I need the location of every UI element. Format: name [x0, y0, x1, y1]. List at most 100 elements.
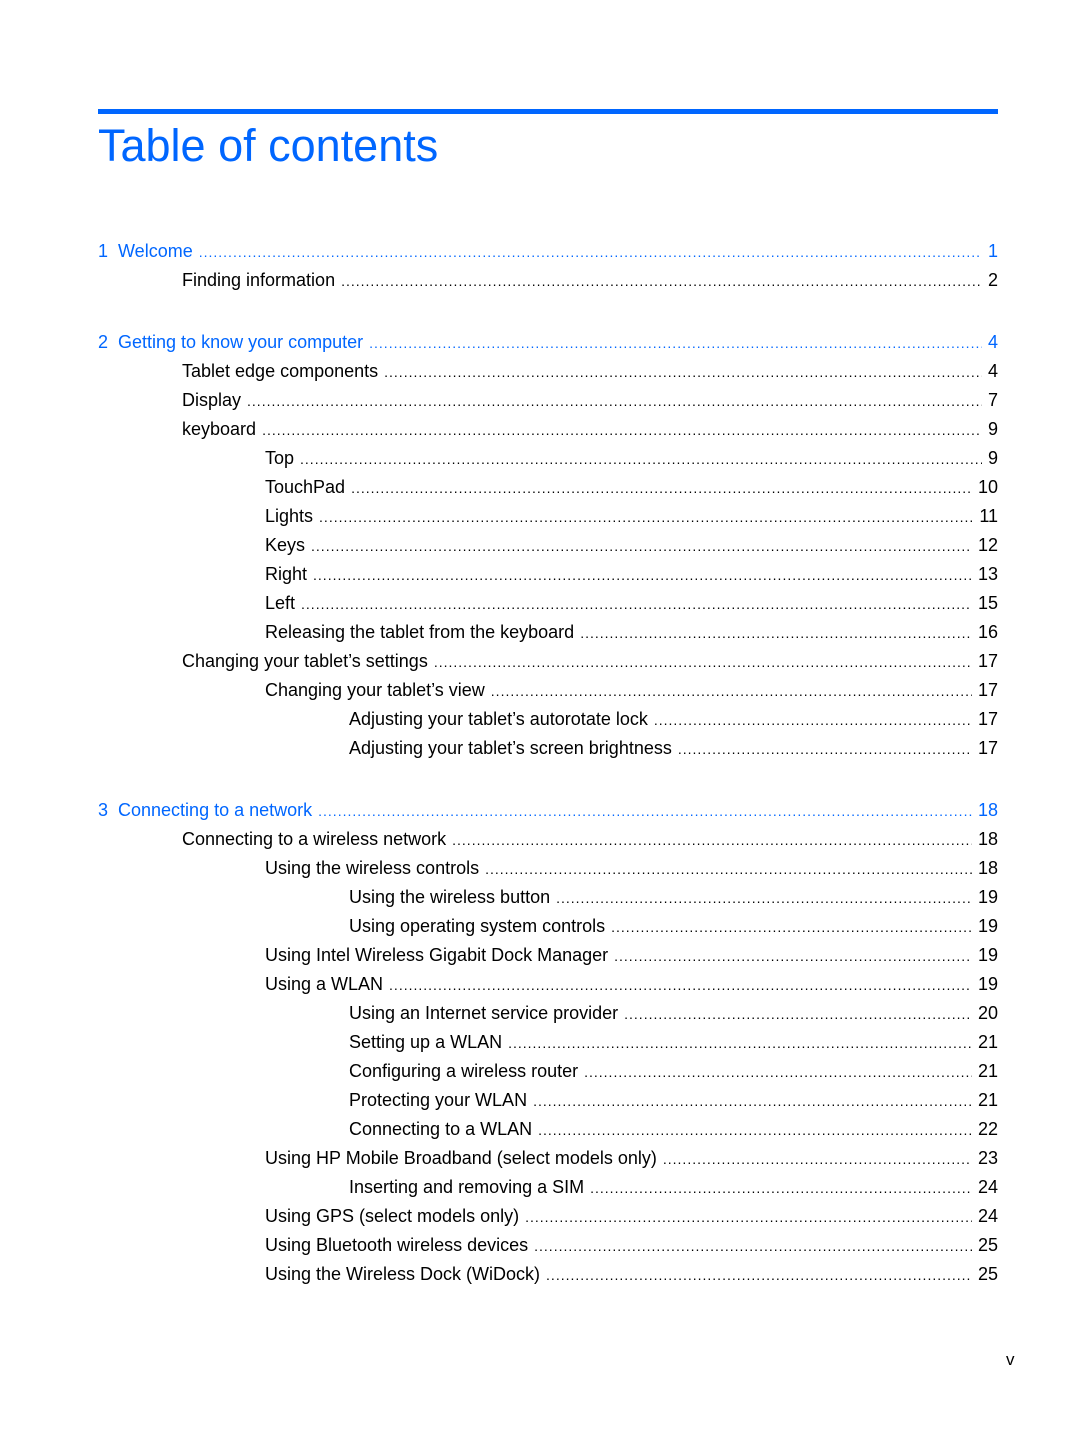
entry-title[interactable]: Connecting to a wireless network	[182, 825, 446, 854]
toc-entry[interactable]: TouchPad 10	[98, 473, 998, 502]
entry-title[interactable]: Connecting to a WLAN	[349, 1115, 532, 1144]
entry-title[interactable]: Inserting and removing a SIM	[349, 1173, 584, 1202]
toc-entry[interactable]: Left 15	[98, 589, 998, 618]
entry-title[interactable]: Configuring a wireless router	[349, 1057, 578, 1086]
page-number[interactable]: 4	[988, 357, 998, 386]
entry-title[interactable]: Keys	[265, 531, 305, 560]
toc-entry[interactable]: Using the Wireless Dock (WiDock) 25	[98, 1260, 998, 1289]
entry-title[interactable]: TouchPad	[265, 473, 345, 502]
page-number[interactable]: 18	[978, 825, 998, 854]
entry-title[interactable]: Tablet edge components	[182, 357, 378, 386]
toc-entry[interactable]: Using the wireless controls 18	[98, 854, 998, 883]
toc-entry[interactable]: Display 7	[98, 386, 998, 415]
entry-title[interactable]: Changing your tablet’s view	[265, 676, 485, 705]
entry-title[interactable]: Lights	[265, 502, 313, 531]
page-number[interactable]: 19	[978, 941, 998, 970]
entry-title[interactable]: Using the wireless controls	[265, 854, 479, 883]
page-number[interactable]: 17	[978, 705, 998, 734]
page-number[interactable]: 24	[978, 1173, 998, 1202]
entry-title[interactable]: Adjusting your tablet’s screen brightnes…	[349, 734, 672, 763]
entry-title[interactable]: Using the wireless button	[349, 883, 550, 912]
toc-chapter-entry[interactable]: 2 Getting to know your computer 4	[98, 328, 998, 357]
page-number[interactable]: 25	[978, 1260, 998, 1289]
page-number[interactable]: 19	[978, 970, 998, 999]
entry-title[interactable]: Left	[265, 589, 295, 618]
entry-title[interactable]: Using GPS (select models only)	[265, 1202, 519, 1231]
toc-entry[interactable]: Keys 12	[98, 531, 998, 560]
entry-title[interactable]: Using operating system controls	[349, 912, 605, 941]
entry-title[interactable]: Display	[182, 386, 241, 415]
page-number[interactable]: 11	[979, 502, 998, 531]
entry-title[interactable]: Using a WLAN	[265, 970, 383, 999]
entry-title[interactable]: Changing your tablet’s settings	[182, 647, 428, 676]
toc-entry[interactable]: Using GPS (select models only) 24	[98, 1202, 998, 1231]
entry-title[interactable]: Using the Wireless Dock (WiDock)	[265, 1260, 540, 1289]
entry-title[interactable]: Getting to know your computer	[118, 328, 363, 357]
toc-entry[interactable]: keyboard 9	[98, 415, 998, 444]
page-number[interactable]: 24	[978, 1202, 998, 1231]
page-number[interactable]: 9	[988, 415, 998, 444]
entry-title[interactable]: Welcome	[118, 237, 193, 266]
entry-title[interactable]: Using an Internet service provider	[349, 999, 618, 1028]
toc-entry[interactable]: Setting up a WLAN 21	[98, 1028, 998, 1057]
page-number[interactable]: 18	[978, 796, 998, 825]
page-number[interactable]: 21	[978, 1057, 998, 1086]
toc-entry[interactable]: Inserting and removing a SIM 24	[98, 1173, 998, 1202]
entry-title[interactable]: Using Intel Wireless Gigabit Dock Manage…	[265, 941, 608, 970]
page-number[interactable]: 23	[978, 1144, 998, 1173]
page-number[interactable]: 19	[978, 883, 998, 912]
toc-entry[interactable]: Tablet edge components 4	[98, 357, 998, 386]
toc-entry[interactable]: Protecting your WLAN 21	[98, 1086, 998, 1115]
page-number[interactable]: 17	[978, 647, 998, 676]
toc-entry[interactable]: Configuring a wireless router 21	[98, 1057, 998, 1086]
toc-chapter-entry[interactable]: 3 Connecting to a network 18	[98, 796, 998, 825]
toc-entry[interactable]: Finding information 2	[98, 266, 998, 295]
entry-title[interactable]: Using Bluetooth wireless devices	[265, 1231, 528, 1260]
page-number[interactable]: 18	[978, 854, 998, 883]
page-number[interactable]: 21	[978, 1028, 998, 1057]
entry-title[interactable]: Using HP Mobile Broadband (select models…	[265, 1144, 657, 1173]
page-number[interactable]: 7	[988, 386, 998, 415]
page-number[interactable]: 25	[978, 1231, 998, 1260]
toc-entry[interactable]: Lights 11	[98, 502, 998, 531]
page-number[interactable]: 17	[978, 734, 998, 763]
toc-entry[interactable]: Using operating system controls 19	[98, 912, 998, 941]
toc-entry[interactable]: Using HP Mobile Broadband (select models…	[98, 1144, 998, 1173]
entry-title[interactable]: Right	[265, 560, 307, 589]
toc-entry[interactable]: Right 13	[98, 560, 998, 589]
toc-entry[interactable]: Adjusting your tablet’s screen brightnes…	[98, 734, 998, 763]
toc-entry[interactable]: Changing your tablet’s settings 17	[98, 647, 998, 676]
toc-entry[interactable]: Adjusting your tablet’s autorotate lock 1…	[98, 705, 998, 734]
toc-entry[interactable]: Using the wireless button 19	[98, 883, 998, 912]
toc-entry[interactable]: Using a WLAN 19	[98, 970, 998, 999]
toc-entry[interactable]: Using an Internet service provider 20	[98, 999, 998, 1028]
page-number[interactable]: 21	[978, 1086, 998, 1115]
page-number[interactable]: 13	[978, 560, 998, 589]
toc-entry[interactable]: Connecting to a WLAN 22	[98, 1115, 998, 1144]
toc-entry[interactable]: Releasing the tablet from the keyboard 16	[98, 618, 998, 647]
page-number[interactable]: 10	[978, 473, 998, 502]
page-number[interactable]: 2	[988, 266, 998, 295]
entry-title[interactable]: Finding information	[182, 266, 335, 295]
page-number[interactable]: 19	[978, 912, 998, 941]
page-number[interactable]: 4	[988, 328, 998, 357]
page-number[interactable]: 15	[978, 589, 998, 618]
page-number[interactable]: 17	[978, 676, 998, 705]
entry-title[interactable]: Top	[265, 444, 294, 473]
entry-title[interactable]: Releasing the tablet from the keyboard	[265, 618, 574, 647]
toc-entry[interactable]: Using Bluetooth wireless devices 25	[98, 1231, 998, 1260]
toc-entry[interactable]: Top 9	[98, 444, 998, 473]
entry-title[interactable]: Adjusting your tablet’s autorotate lock	[349, 705, 648, 734]
entry-title[interactable]: Setting up a WLAN	[349, 1028, 502, 1057]
entry-title[interactable]: Protecting your WLAN	[349, 1086, 527, 1115]
toc-entry[interactable]: Connecting to a wireless network 18	[98, 825, 998, 854]
page-number[interactable]: 12	[978, 531, 998, 560]
toc-entry[interactable]: Using Intel Wireless Gigabit Dock Manage…	[98, 941, 998, 970]
page-number[interactable]: 1	[988, 237, 998, 266]
page-number[interactable]: 20	[978, 999, 998, 1028]
entry-title[interactable]: keyboard	[182, 415, 256, 444]
page-number[interactable]: 22	[978, 1115, 998, 1144]
page-number[interactable]: 16	[978, 618, 998, 647]
toc-entry[interactable]: Changing your tablet’s view 17	[98, 676, 998, 705]
toc-chapter-entry[interactable]: 1 Welcome 1	[98, 237, 998, 266]
